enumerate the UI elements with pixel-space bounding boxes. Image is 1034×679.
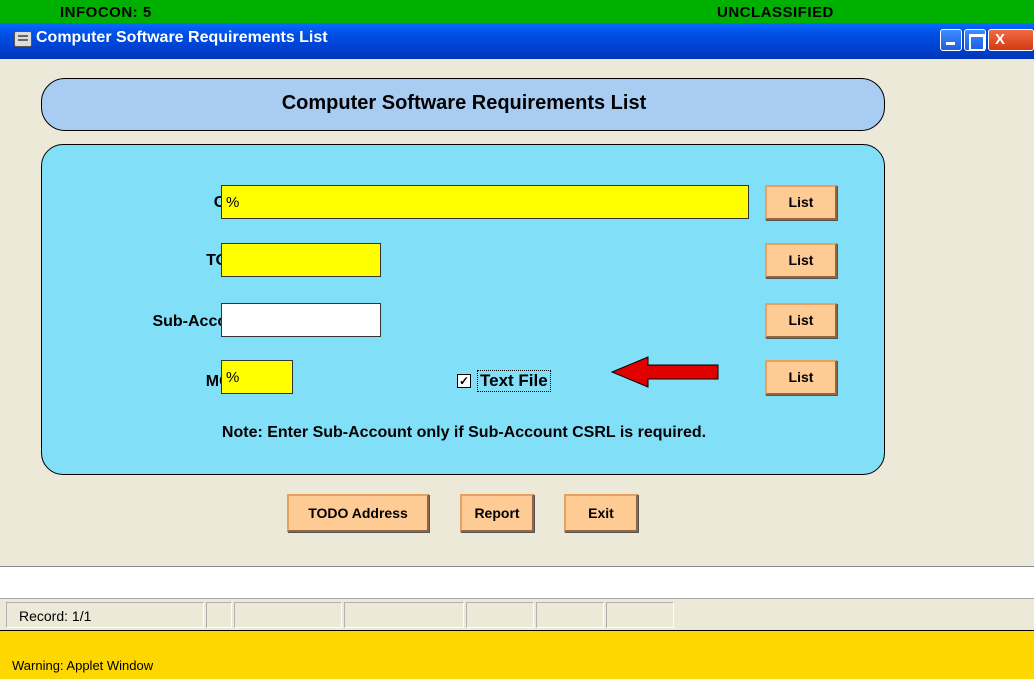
todo-list-button[interactable]: List (765, 243, 837, 278)
status-cell (536, 602, 604, 628)
message-area (0, 566, 1034, 598)
window-title: Computer Software Requirements List (36, 29, 328, 46)
form-title: Computer Software Requirements List (281, 92, 647, 114)
sub-account-note: Note: Enter Sub-Account only if Sub-Acco… (221, 424, 707, 441)
status-bar: Record: 1/1 (0, 598, 1034, 628)
applet-warning-text: Warning: Applet Window (12, 658, 154, 673)
window-titlebar[interactable]: Computer Software Requirements List X (0, 23, 1034, 59)
close-button[interactable]: X (988, 29, 1034, 51)
applet-warning-bar: Warning: Applet Window (0, 630, 1034, 679)
status-cell (606, 602, 674, 628)
exit-button[interactable]: Exit (564, 494, 638, 532)
record-indicator: Record: 1/1 (19, 608, 92, 624)
maximize-button[interactable] (964, 29, 986, 51)
text-file-checkbox[interactable]: ✓ Text File (457, 370, 577, 396)
mctr-input[interactable] (221, 360, 293, 394)
status-cell (344, 602, 464, 628)
search-form-panel: CPIN List TODO List Sub-Account List MCT… (41, 144, 885, 475)
mctr-list-button[interactable]: List (765, 360, 837, 395)
report-button[interactable]: Report (460, 494, 534, 532)
text-file-label[interactable]: Text File (477, 370, 551, 392)
todo-address-button[interactable]: TODO Address (287, 494, 429, 532)
sub-account-input[interactable] (221, 303, 381, 337)
record-status-cell: Record: 1/1 (6, 602, 204, 628)
sub-account-list-button[interactable]: List (765, 303, 837, 338)
infocon-label: INFOCON: 5 (60, 4, 152, 21)
classification-label: UNCLASSIFIED (717, 4, 834, 21)
todo-input[interactable] (221, 243, 381, 277)
form-header: Computer Software Requirements List (41, 78, 885, 131)
cpin-list-button[interactable]: List (765, 185, 837, 220)
app-menu-icon[interactable] (14, 31, 32, 47)
status-cell (466, 602, 534, 628)
minimize-button[interactable] (940, 29, 962, 51)
left-arrow-icon (610, 356, 719, 388)
status-cell (206, 602, 232, 628)
checkbox-check-icon[interactable]: ✓ (457, 374, 471, 388)
cpin-input[interactable] (221, 185, 749, 219)
status-cell (234, 602, 342, 628)
applet-window: INFOCON: 5 UNCLASSIFIED Computer Softwar… (0, 0, 1034, 679)
